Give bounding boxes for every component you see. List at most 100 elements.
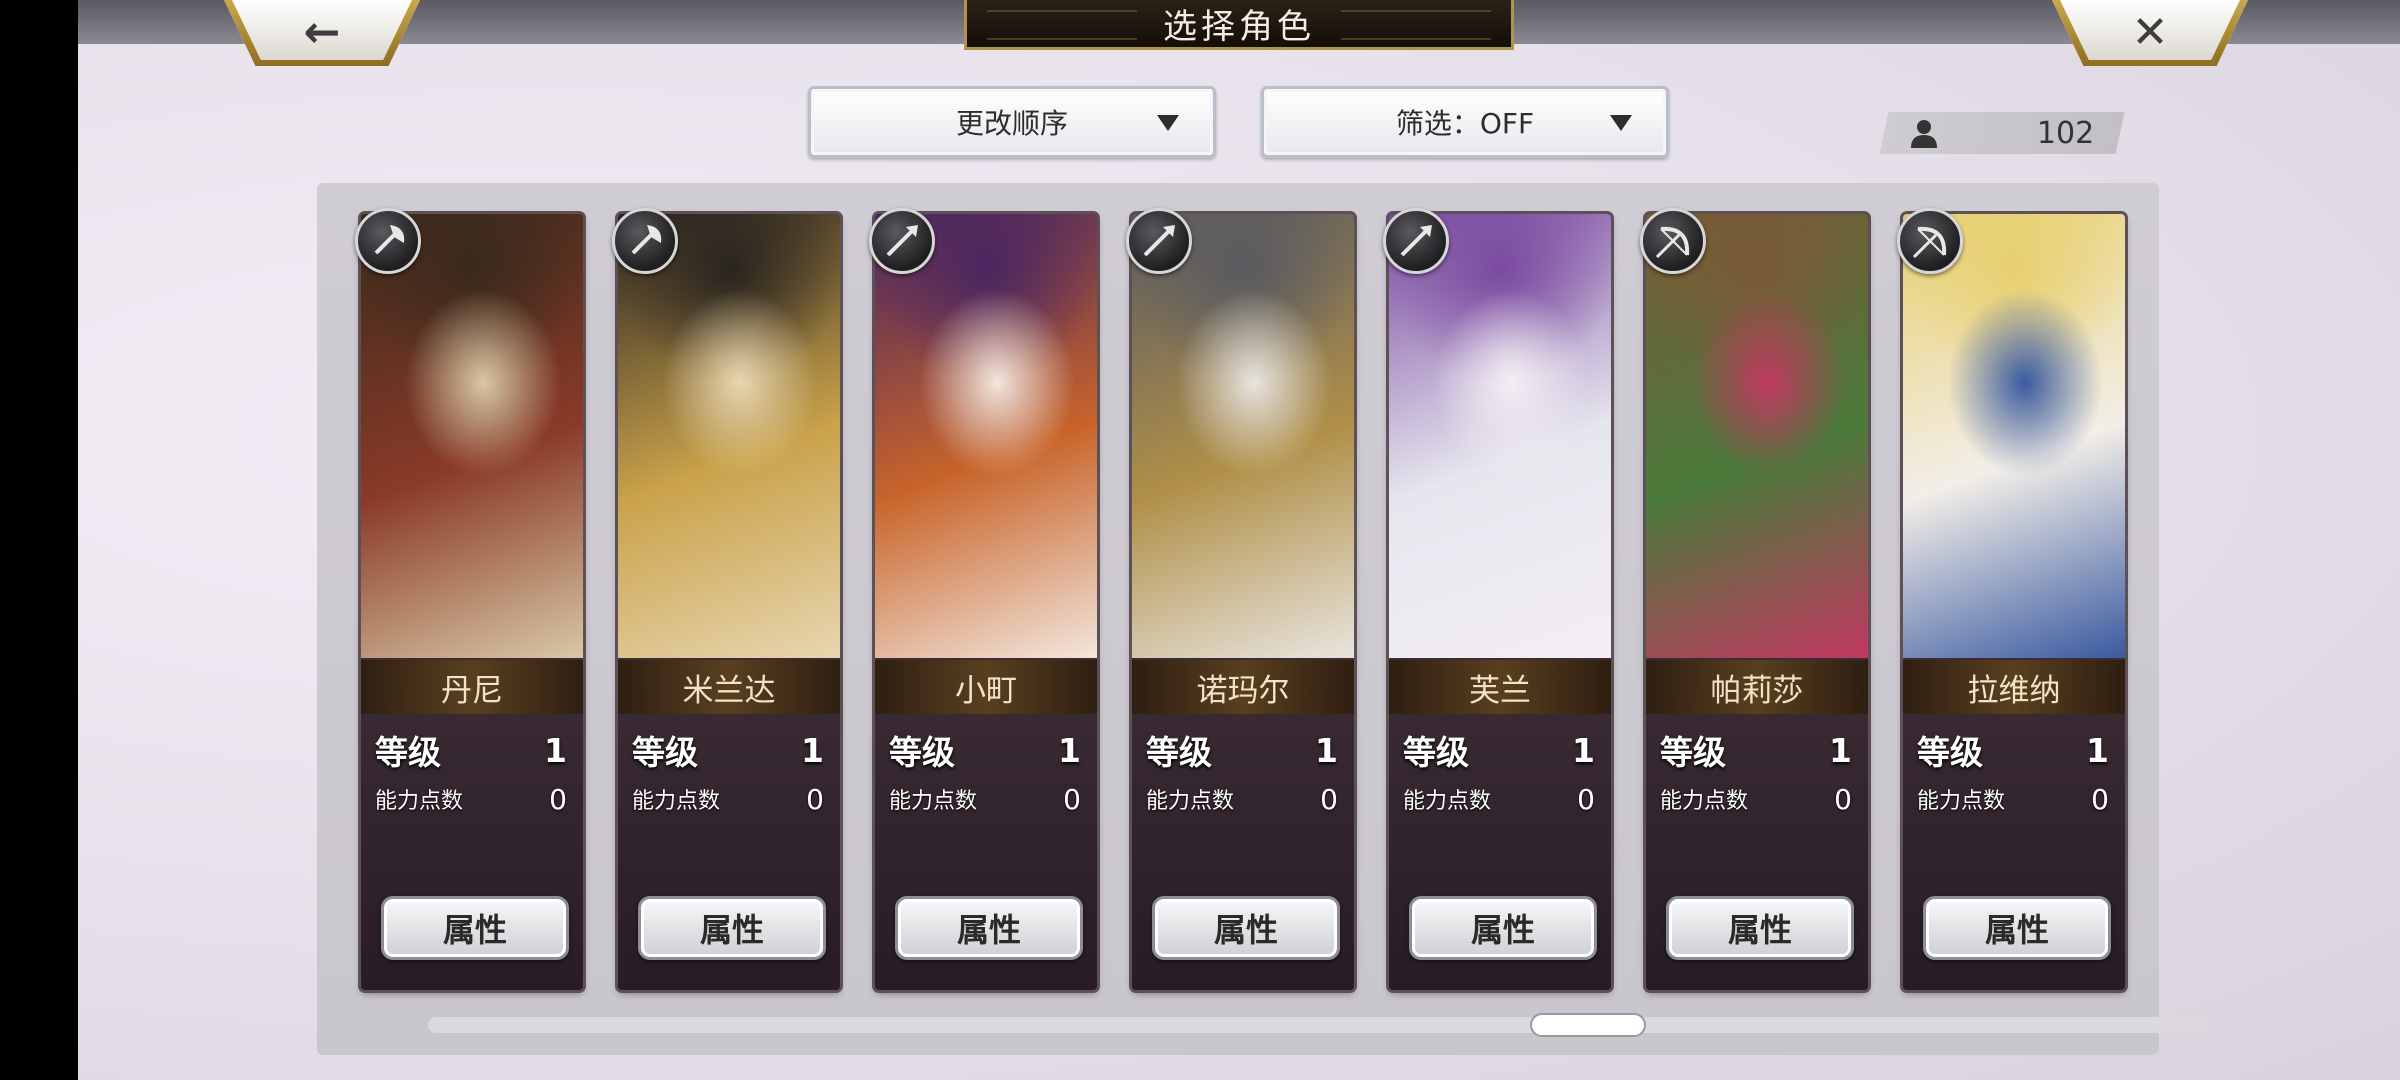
ability-points-value: 0 [549, 782, 567, 816]
character-portrait [618, 214, 840, 658]
card-frame: 帕莉莎 等级 1 能力点数 0 属性 [1646, 214, 1868, 990]
ability-points-value: 0 [1577, 782, 1595, 816]
character-name: 米兰达 [682, 672, 776, 709]
ability-points-row: 能力点数 0 [1403, 782, 1595, 816]
ability-points-row: 能力点数 0 [632, 782, 824, 816]
ability-points-value: 0 [1063, 782, 1081, 816]
character-portrait [361, 214, 583, 658]
level-value: 1 [1829, 730, 1852, 770]
level-row: 等级 1 [889, 728, 1081, 773]
ability-points-value: 0 [2091, 782, 2109, 816]
attributes-button[interactable]: 属性 [381, 896, 569, 960]
attributes-button[interactable]: 属性 [1923, 896, 2111, 960]
ability-points-label: 能力点数 [889, 789, 978, 814]
character-portrait [1389, 214, 1611, 658]
scrollbar-thumb[interactable] [1530, 1013, 1646, 1037]
character-count-box: 102 [1879, 112, 2125, 154]
character-name: 芙兰 [1469, 672, 1531, 709]
ability-points-value: 0 [1320, 782, 1338, 816]
level-row: 等级 1 [1917, 728, 2109, 773]
level-row: 等级 1 [1403, 728, 1595, 773]
spear-icon [1383, 208, 1449, 274]
character-name: 诺玛尔 [1196, 672, 1290, 709]
ability-points-label: 能力点数 [1403, 789, 1492, 814]
spear-icon [869, 208, 935, 274]
close-icon: ✕ [2131, 7, 2169, 58]
card-frame: 丹尼 等级 1 能力点数 0 属性 [361, 214, 583, 990]
level-row: 等级 1 [632, 728, 824, 773]
ability-points-value: 0 [1834, 782, 1852, 816]
level-label: 等级 [1146, 733, 1212, 772]
level-value: 1 [2086, 730, 2109, 770]
filter-label: 筛选：OFF [1395, 107, 1535, 140]
level-label: 等级 [889, 733, 955, 772]
level-row: 等级 1 [1146, 728, 1338, 773]
character-name-plate: 拉维纳 [1903, 660, 2125, 714]
character-portrait [1646, 214, 1868, 658]
level-row: 等级 1 [1660, 728, 1852, 773]
character-card[interactable]: 米兰达 等级 1 能力点数 0 属性 [612, 208, 840, 990]
character-name-plate: 米兰达 [618, 660, 840, 714]
ability-points-label: 能力点数 [1146, 789, 1235, 814]
ability-points-label: 能力点数 [632, 789, 721, 814]
card-frame: 拉维纳 等级 1 能力点数 0 属性 [1903, 214, 2125, 990]
back-button[interactable]: ← [224, 0, 420, 66]
horizontal-scrollbar[interactable] [428, 1017, 2208, 1033]
ability-points-value: 0 [806, 782, 824, 816]
character-card[interactable]: 拉维纳 等级 1 能力点数 0 属性 [1897, 208, 2125, 990]
ability-points-label: 能力点数 [1660, 789, 1749, 814]
level-label: 等级 [1403, 733, 1469, 772]
character-name-plate: 帕莉莎 [1646, 660, 1868, 714]
character-name-plate: 丹尼 [361, 660, 583, 714]
ability-points-row: 能力点数 0 [1146, 782, 1338, 816]
level-label: 等级 [1917, 733, 1983, 772]
character-card[interactable]: 帕莉莎 等级 1 能力点数 0 属性 [1640, 208, 1868, 990]
character-card[interactable]: 诺玛尔 等级 1 能力点数 0 属性 [1126, 208, 1354, 990]
level-value: 1 [544, 730, 567, 770]
character-name-plate: 芙兰 [1389, 660, 1611, 714]
character-card[interactable]: 小町 等级 1 能力点数 0 属性 [869, 208, 1097, 990]
card-frame: 芙兰 等级 1 能力点数 0 属性 [1389, 214, 1611, 990]
character-card[interactable]: 芙兰 等级 1 能力点数 0 属性 [1383, 208, 1611, 990]
level-label: 等级 [632, 733, 698, 772]
axe-icon [612, 208, 678, 274]
axe-icon [355, 208, 421, 274]
ability-points-row: 能力点数 0 [889, 782, 1081, 816]
level-row: 等级 1 [375, 728, 567, 773]
character-portrait [1903, 214, 2125, 658]
level-label: 等级 [375, 733, 441, 772]
ability-points-row: 能力点数 0 [1660, 782, 1852, 816]
attributes-button[interactable]: 属性 [1152, 896, 1340, 960]
attributes-button[interactable]: 属性 [895, 896, 1083, 960]
ability-points-row: 能力点数 0 [375, 782, 567, 816]
back-arrow-icon: ← [303, 7, 341, 58]
character-portrait [1132, 214, 1354, 658]
game-screen: ← 选择角色 ✕ 更改顺序 筛选：OFF 102 丹尼 等级 1 能力点数 0 … [78, 0, 2400, 1080]
character-count: 102 [2036, 116, 2094, 151]
character-portrait [875, 214, 1097, 658]
level-value: 1 [1058, 730, 1081, 770]
attributes-button[interactable]: 属性 [1409, 896, 1597, 960]
attributes-button[interactable]: 属性 [1666, 896, 1854, 960]
chevron-down-icon [1157, 115, 1179, 131]
character-name: 拉维纳 [1967, 672, 2061, 709]
level-value: 1 [1572, 730, 1595, 770]
character-name-plate: 诺玛尔 [1132, 660, 1354, 714]
bow-icon [1897, 208, 1963, 274]
ability-points-row: 能力点数 0 [1917, 782, 2109, 816]
ability-points-label: 能力点数 [1917, 789, 2006, 814]
page-title: 选择角色 [1163, 7, 1315, 47]
card-frame: 米兰达 等级 1 能力点数 0 属性 [618, 214, 840, 990]
attributes-button[interactable]: 属性 [638, 896, 826, 960]
ability-points-label: 能力点数 [375, 789, 464, 814]
character-card[interactable]: 丹尼 等级 1 能力点数 0 属性 [355, 208, 583, 990]
character-name-plate: 小町 [875, 660, 1097, 714]
character-name: 小町 [955, 672, 1017, 709]
spear-icon [1126, 208, 1192, 274]
character-name: 帕莉莎 [1710, 672, 1804, 709]
sort-order-dropdown[interactable]: 更改顺序 [808, 86, 1216, 158]
card-frame: 诺玛尔 等级 1 能力点数 0 属性 [1132, 214, 1354, 990]
filter-dropdown[interactable]: 筛选：OFF [1261, 86, 1669, 158]
character-name: 丹尼 [441, 672, 503, 709]
close-button[interactable]: ✕ [2052, 0, 2248, 66]
